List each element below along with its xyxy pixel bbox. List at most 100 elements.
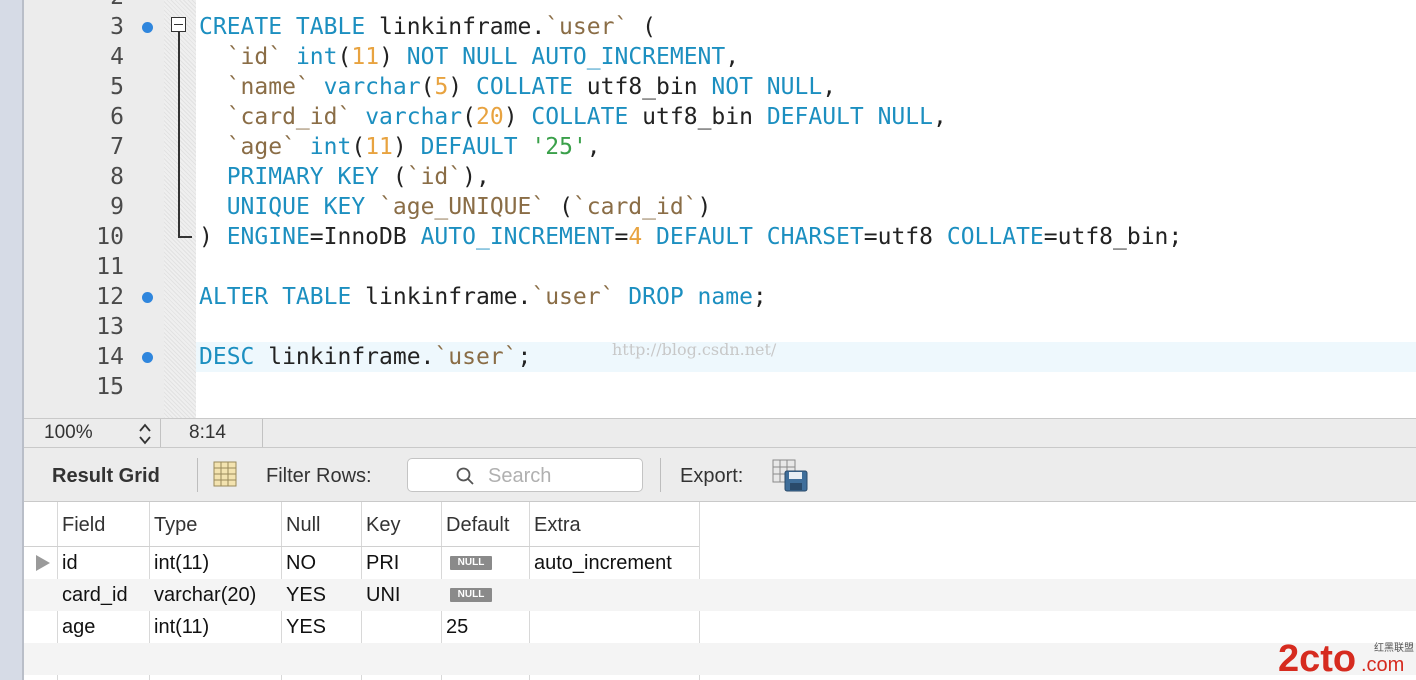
- fold-toggle-icon[interactable]: [171, 17, 186, 32]
- code-token: PRIMARY KEY: [226, 164, 380, 190]
- cell-type[interactable]: int(11): [154, 611, 209, 643]
- null-badge[interactable]: NULL: [450, 588, 492, 602]
- toolbar-divider: [660, 458, 661, 492]
- code-token: ): [503, 104, 532, 130]
- cell-key[interactable]: UNI: [366, 579, 400, 611]
- line-number: 13: [96, 314, 124, 340]
- code-token: varchar: [365, 104, 463, 130]
- editor-status-bar: 100% 8:14: [24, 418, 1416, 448]
- code-token: ,: [822, 74, 837, 100]
- line-number: 5: [110, 74, 124, 100]
- code-token: 5: [434, 74, 449, 100]
- null-badge[interactable]: NULL: [450, 556, 492, 570]
- zoom-stepper-icon[interactable]: [138, 422, 152, 446]
- line-number: 7: [110, 134, 124, 160]
- line-number: 6: [110, 104, 124, 130]
- fold-guide: [178, 32, 180, 236]
- editor-margin: [164, 0, 196, 418]
- cell-type[interactable]: varchar(20): [154, 579, 256, 611]
- cell-key[interactable]: PRI: [366, 547, 399, 579]
- code-token: ): [379, 44, 407, 70]
- code-token: COLLATE: [476, 74, 573, 100]
- code-token: DROP name: [628, 284, 753, 310]
- code-token: ,: [725, 44, 740, 70]
- code-token: `user`: [531, 284, 615, 310]
- code-line-5: `name` varchar(5) COLLATE utf8_bin NOT N…: [199, 72, 836, 102]
- column-header-key[interactable]: Key: [366, 502, 400, 546]
- site-logo: 2cto .com 红黑联盟: [1278, 638, 1414, 680]
- code-token: (: [462, 104, 476, 130]
- cell-null[interactable]: NO: [286, 547, 316, 579]
- code-token: ENGINE: [226, 224, 310, 250]
- cell-field[interactable]: card_id: [62, 579, 128, 611]
- code-line-14: DESC linkinframe.`user`;: [199, 342, 531, 372]
- sql-editor[interactable]: 2 3 4 5 6 7 8 9 10 11 12 13 14 15 CREATE TABLE linkin…: [24, 0, 1416, 418]
- logo-suffix: .com: [1361, 654, 1404, 676]
- cell-null[interactable]: YES: [286, 611, 326, 643]
- code-token: DEFAULT CHARSET: [656, 224, 864, 250]
- column-header-field[interactable]: Field: [62, 502, 105, 546]
- column-header-null[interactable]: Null: [286, 502, 320, 546]
- code-token: ): [392, 134, 421, 160]
- code-token: linkinframe.: [254, 344, 435, 370]
- code-token: (: [545, 194, 573, 220]
- result-grid[interactable]: Field Type Null Key Default Extra id int…: [24, 502, 1416, 680]
- code-token: linkinframe.: [351, 284, 532, 310]
- cell-extra[interactable]: auto_increment: [534, 547, 672, 579]
- code-token: utf8_bin: [572, 74, 712, 100]
- cell-default[interactable]: 25: [446, 611, 468, 643]
- column-header-type[interactable]: Type: [154, 502, 197, 546]
- code-token: `name`: [199, 74, 310, 100]
- code-token: `user`: [434, 344, 518, 370]
- line-number: 10: [96, 224, 124, 250]
- cell-field[interactable]: id: [62, 547, 78, 579]
- code-token: utf8_bin: [628, 104, 767, 130]
- table-row[interactable]: id int(11) NO PRI NULL auto_increment: [24, 547, 1416, 579]
- code-token: COLLATE: [946, 224, 1044, 250]
- statement-marker-icon[interactable]: [142, 22, 153, 33]
- line-number: 9: [110, 194, 124, 220]
- filter-search-input[interactable]: Search: [407, 458, 643, 492]
- statement-marker-icon[interactable]: [142, 292, 153, 303]
- code-token: UNIQUE KEY: [226, 194, 366, 220]
- code-line-6: `card_id` varchar(20) COLLATE utf8_bin D…: [199, 102, 947, 132]
- zoom-level: 100%: [44, 422, 93, 443]
- line-number: 3: [110, 14, 124, 40]
- cell-field[interactable]: age: [62, 611, 95, 643]
- code-token: (: [337, 44, 352, 70]
- status-divider: [160, 419, 161, 447]
- code-token: int: [309, 134, 352, 160]
- cell-type[interactable]: int(11): [154, 547, 209, 579]
- code-token: (: [351, 134, 366, 160]
- statement-marker-icon[interactable]: [142, 352, 153, 363]
- code-token: 11: [365, 134, 393, 160]
- code-token: linkinframe.: [365, 14, 546, 40]
- code-token: =InnoDB: [309, 224, 421, 250]
- column-header-extra[interactable]: Extra: [534, 502, 581, 546]
- column-header-default[interactable]: Default: [446, 502, 509, 546]
- code-token: (: [628, 14, 656, 40]
- table-row[interactable]: card_id varchar(20) YES UNI NULL: [24, 579, 1416, 611]
- cursor-position: 8:14: [189, 422, 226, 443]
- line-number: 11: [96, 254, 124, 280]
- grid-view-icon[interactable]: [212, 461, 238, 487]
- code-token: ): [697, 194, 712, 220]
- logo-text: 2cto: [1278, 638, 1356, 680]
- result-toolbar: Result Grid Filter Rows: Search Export:: [24, 448, 1416, 502]
- export-label: Export:: [680, 465, 744, 487]
- code-line-3: CREATE TABLE linkinframe.`user` (: [199, 12, 656, 42]
- code-token: `age`: [199, 134, 296, 160]
- table-row[interactable]: age int(11) YES 25: [24, 611, 1416, 643]
- line-number: 4: [110, 44, 124, 70]
- code-token: =utf8: [863, 224, 947, 250]
- code-token: ,: [586, 134, 601, 160]
- line-number: 8: [110, 164, 124, 190]
- logo-small-text: 红黑联盟: [1374, 641, 1414, 654]
- code-token: ALTER TABLE: [199, 284, 352, 310]
- export-icon[interactable]: [772, 459, 810, 493]
- cell-null[interactable]: YES: [286, 579, 326, 611]
